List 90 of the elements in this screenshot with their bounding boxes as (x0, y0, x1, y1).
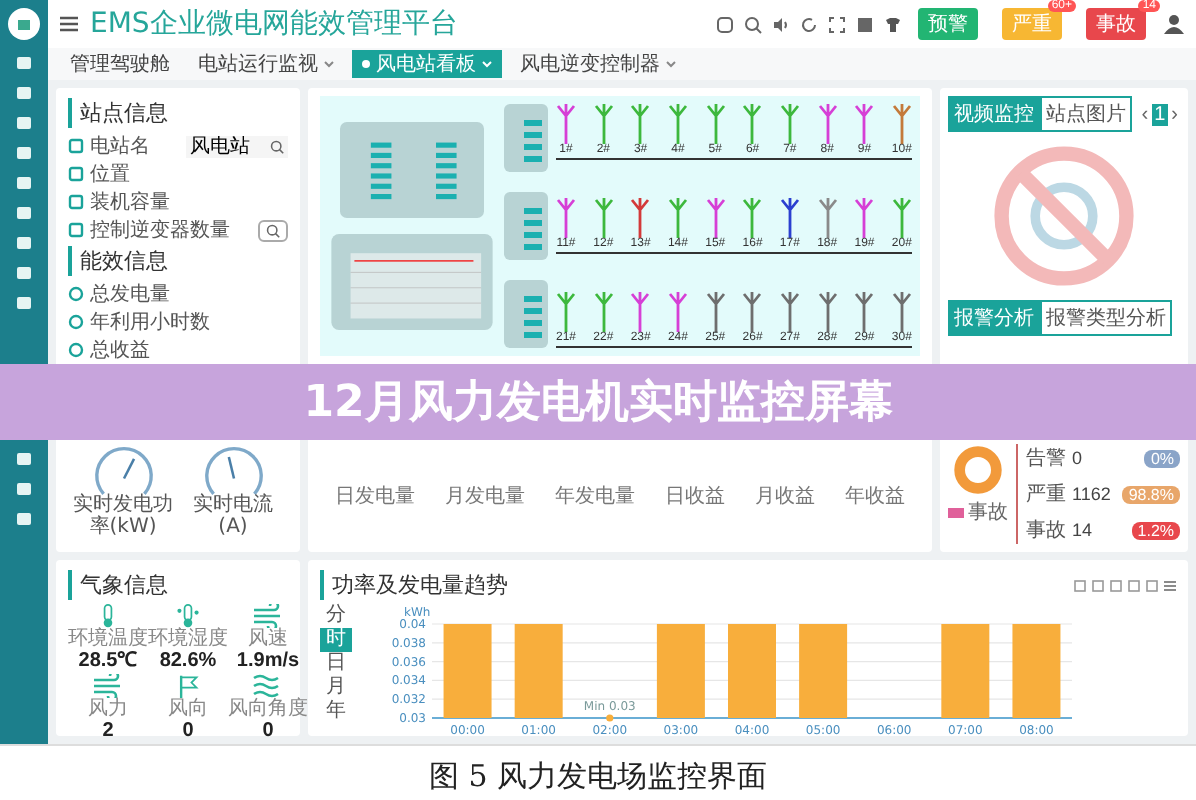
weather-label: 风向角度 (228, 698, 308, 720)
weather-value: 2 (102, 720, 114, 742)
weather-value: 0 (262, 720, 274, 742)
section-title: 功率及发电量趋势 (320, 570, 508, 600)
section-title: 气象信息 (68, 570, 288, 600)
donut-drawing (952, 444, 1004, 496)
menu-icon[interactable] (60, 16, 78, 32)
percent-badge: 1.2% (1131, 521, 1180, 539)
wind-icon (92, 674, 124, 698)
speaker-icon[interactable] (772, 15, 790, 33)
search-icon[interactable] (744, 15, 762, 33)
period-tab[interactable]: 月 (320, 676, 352, 700)
logo-icon (8, 8, 40, 40)
menu-icon[interactable] (1164, 580, 1176, 592)
period-tab[interactable]: 日 (320, 652, 352, 676)
fullscreen-icon[interactable] (828, 15, 846, 33)
alarm-count: 14 (1072, 520, 1093, 540)
gauge-label: 实时发电功率(kW) (71, 496, 175, 538)
period-tab[interactable]: 分 (320, 604, 352, 628)
alarm-tab[interactable]: 报警类型分析 (1040, 300, 1172, 336)
alarm-count: 1162 (1072, 484, 1111, 504)
unit-card-drawing (504, 192, 548, 260)
section-title: 能效信息 (68, 246, 288, 276)
weather-value: 82.6% (159, 650, 217, 672)
shirt-icon[interactable] (884, 15, 902, 33)
alert-button[interactable]: 事故 (1086, 8, 1146, 40)
wind-vane-icon (176, 674, 200, 698)
app-title: EMS企业微电网能效管理平台 (90, 6, 458, 42)
weather-label: 风力 (88, 698, 128, 720)
weather-label: 环境湿度 (148, 628, 228, 650)
next-button[interactable]: › (1169, 103, 1180, 125)
section-title: 站点信息 (68, 98, 288, 128)
info-label: 装机容量 (90, 189, 170, 216)
alarm-label: 严重 (1026, 481, 1066, 508)
legend-label: 事故 (968, 499, 1008, 526)
summary-label: 日发电量 (335, 483, 415, 510)
summary-label: 年收益 (845, 484, 905, 510)
info-label: 总发电量 (90, 281, 170, 308)
chart-bar (1012, 624, 1061, 718)
chart-bar (656, 624, 705, 718)
weather-label: 风向 (168, 698, 208, 720)
nav-tab[interactable]: 风电逆变控制器 (510, 50, 686, 78)
wind-waves-icon (252, 674, 284, 698)
summary-label: 年发电量 (555, 483, 635, 510)
search-button[interactable] (258, 219, 288, 241)
alarm-count: 0 (1072, 448, 1083, 468)
weather-label: 风速 (248, 628, 288, 650)
chart-bar (443, 624, 492, 718)
info-label: 位置 (90, 161, 130, 188)
thermometer-drop-icon (176, 604, 200, 628)
search-icon (266, 223, 280, 237)
alarm-label: 告警 (1026, 445, 1066, 472)
info-label: 控制逆变器数量 (90, 217, 230, 244)
chart-bar (941, 624, 990, 718)
media-tab[interactable]: 站点图片 (1040, 96, 1132, 132)
chart-bar (514, 624, 563, 718)
search-icon (270, 139, 284, 153)
chart-bar (799, 624, 848, 718)
info-label: 电站名 (90, 133, 150, 160)
unit-card-drawing (504, 104, 548, 172)
weather-value: 28.5℃ (78, 650, 138, 672)
summary-label: 日收益 (665, 484, 725, 510)
user-icon[interactable] (1164, 14, 1184, 34)
info-label: 总收益 (90, 337, 150, 364)
image-icon[interactable] (856, 15, 874, 33)
summary-label: 月收益 (755, 484, 815, 510)
title-banner: 12月风力发电机实时监控屏幕 (0, 364, 1196, 440)
gauge-label: 实时电流(A) (191, 496, 275, 538)
weather-value: 1.9m/s (236, 650, 300, 672)
nav-tab[interactable]: 管理驾驶舱 (60, 50, 180, 78)
info-label: 年利用小时数 (90, 309, 210, 336)
no-video-icon (992, 144, 1136, 288)
summary-label: 月发电量 (445, 483, 525, 510)
percent-badge: 0% (1144, 449, 1180, 467)
unit-card-drawing (504, 280, 548, 348)
station-name-field[interactable]: 风电站 (186, 135, 288, 157)
screen-icon[interactable] (716, 15, 734, 33)
thermometer-icon (98, 604, 118, 628)
period-tab[interactable]: 年 (320, 700, 352, 724)
prev-button[interactable]: ‹ (1139, 103, 1151, 125)
dot-icon (362, 60, 370, 68)
nav-tab[interactable]: 电站运行监视 (188, 50, 344, 78)
chart-bar (728, 624, 776, 718)
wind-icon (252, 604, 284, 628)
percent-badge: 98.8% (1122, 485, 1180, 503)
alarm-label: 事故 (1026, 517, 1066, 544)
figure-caption: 图 5 风力发电场监控界面 (426, 758, 770, 796)
weather-label: 环境温度 (68, 628, 148, 650)
refresh-icon[interactable] (800, 15, 818, 33)
weather-value: 0 (182, 720, 194, 742)
